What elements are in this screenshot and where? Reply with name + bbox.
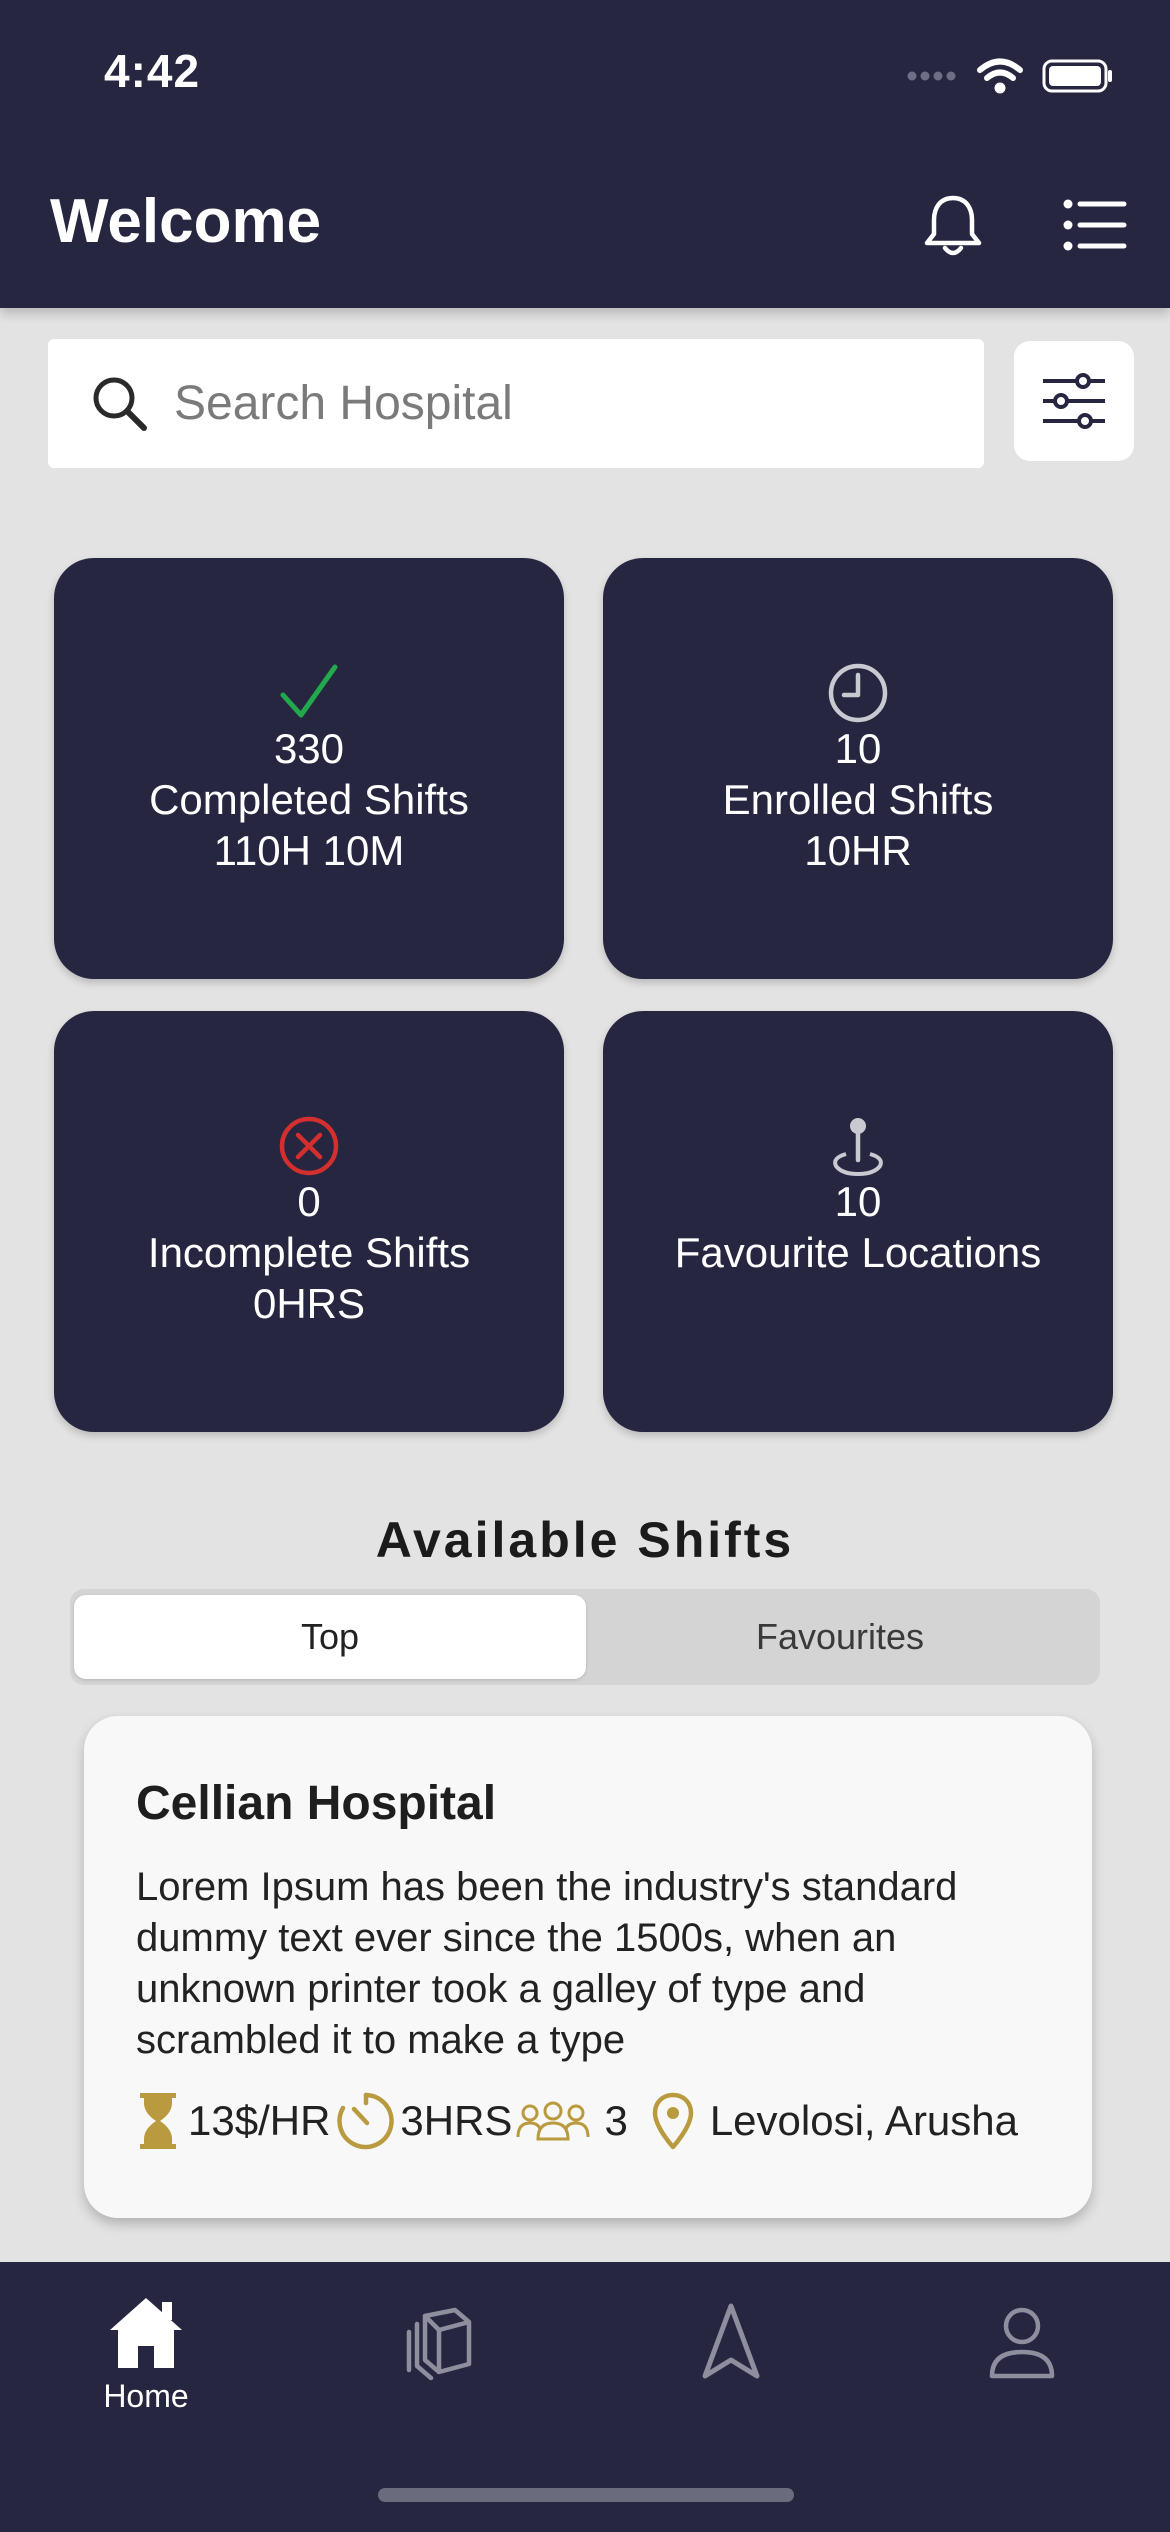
check-icon xyxy=(280,664,338,718)
status-icons xyxy=(906,54,1114,98)
incomplete-shifts-card[interactable]: 0 Incomplete Shifts 0HRS xyxy=(54,1011,564,1432)
search-bar[interactable] xyxy=(48,339,984,468)
shift-description: Lorem Ipsum has been the industry's stan… xyxy=(136,1865,958,2062)
nav-home-label: Home xyxy=(103,2378,189,2414)
hospital-name: Cellian Hospital xyxy=(136,1777,497,1830)
shift-location: Levolosi, Arusha xyxy=(709,2097,1019,2144)
app-header: 4:42 Welcome xyxy=(0,0,1170,308)
bell-icon[interactable] xyxy=(918,190,988,260)
home-indicator[interactable] xyxy=(378,2488,794,2502)
search-icon xyxy=(93,377,147,431)
signal-icon xyxy=(907,71,956,81)
wifi-icon xyxy=(977,58,1023,94)
shift-meta: 13$/HR 3HRS 3 Levolosi, Arusha xyxy=(136,2086,1018,2156)
nav-home[interactable]: Home xyxy=(66,2292,226,2415)
tab-top[interactable]: Top xyxy=(74,1595,586,1679)
layers-icon xyxy=(406,2307,472,2381)
nav-profile[interactable] xyxy=(942,2292,1102,2384)
favourite-locations-card[interactable]: 10 Favourite Locations xyxy=(603,1011,1113,1432)
status-time: 4:42 xyxy=(104,45,201,97)
timer-icon xyxy=(337,2092,395,2150)
map-pin-icon xyxy=(652,2092,694,2150)
clock-icon xyxy=(828,663,888,723)
section-title: Available Shifts xyxy=(375,1512,795,1568)
hourglass-icon xyxy=(140,2093,176,2149)
search-input[interactable] xyxy=(172,375,936,432)
stat-count: 10 xyxy=(834,725,882,772)
location-pin-icon xyxy=(833,1117,883,1176)
stat-label: Enrolled Shifts xyxy=(722,776,994,823)
shift-duration: 3HRS xyxy=(400,2097,513,2144)
stat-sub: 10HR xyxy=(804,827,912,874)
sliders-icon xyxy=(1043,373,1105,429)
stat-count: 0 xyxy=(297,1178,321,1225)
filter-button[interactable] xyxy=(1014,341,1134,461)
menu-list-icon[interactable] xyxy=(1062,190,1128,260)
stat-count: 330 xyxy=(273,725,345,772)
shift-card[interactable]: Cellian Hospital Lorem Ipsum has been th… xyxy=(84,1716,1092,2218)
navigation-icon xyxy=(702,2303,760,2379)
page-title: Welcome xyxy=(50,187,322,256)
user-icon xyxy=(989,2307,1055,2379)
stat-label: Completed Shifts xyxy=(149,776,469,823)
stat-label: Incomplete Shifts xyxy=(147,1229,471,1276)
enrolled-shifts-card[interactable]: 10 Enrolled Shifts 10HR xyxy=(603,558,1113,979)
nav-layers[interactable] xyxy=(357,2292,517,2384)
tab-favourites[interactable]: Favourites xyxy=(584,1595,1096,1679)
completed-shifts-card[interactable]: 330 Completed Shifts 110H 10M xyxy=(54,558,564,979)
people-icon xyxy=(516,2101,590,2141)
nav-navigate[interactable] xyxy=(651,2292,811,2384)
shift-people-count: 3 xyxy=(604,2097,628,2144)
stat-count: 10 xyxy=(834,1177,882,1225)
home-icon xyxy=(110,2298,182,2368)
shift-tabs: Top Favourites xyxy=(70,1589,1100,1685)
stat-sub: 0HRS xyxy=(252,1280,366,1327)
battery-icon xyxy=(1042,59,1112,93)
x-circle-icon xyxy=(279,1116,339,1176)
shift-rate: 13$/HR xyxy=(188,2097,331,2144)
stat-sub: 110H 10M xyxy=(213,827,405,874)
stat-label: Favourite Locations xyxy=(674,1228,1042,1276)
